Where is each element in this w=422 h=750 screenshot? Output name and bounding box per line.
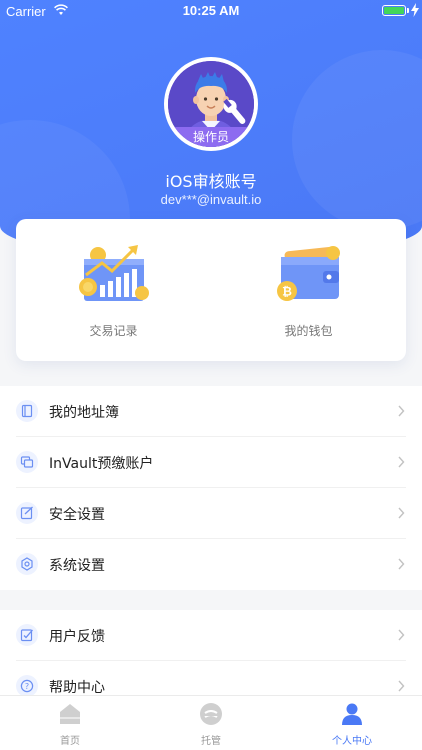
- account-email: dev***@invault.io: [160, 192, 262, 207]
- home-icon: [60, 704, 80, 724]
- chevron-right-icon: [398, 629, 405, 641]
- menu-item-label: 用户反馈: [49, 629, 105, 645]
- tab-label: 首页: [60, 736, 80, 747]
- security-edit-icon: [16, 502, 38, 524]
- menu-item-address-book[interactable]: 我的地址簿: [0, 386, 422, 437]
- status-bar: Carrier 10:25 AM: [0, 0, 422, 22]
- chevron-right-icon: [398, 558, 405, 570]
- transaction-chart-icon: [79, 245, 149, 301]
- wallet-label: 我的钱包: [284, 324, 333, 338]
- menu-item-label: 我的地址簿: [49, 405, 119, 421]
- tab-personal-center[interactable]: 个人中心: [282, 696, 422, 750]
- menu-item-label: InVault预缴账户: [49, 456, 154, 472]
- bottom-tab-bar: 首页 托管 个人中心: [0, 695, 422, 750]
- custody-icon: [200, 703, 222, 725]
- role-badge: 操作员: [168, 127, 254, 147]
- chevron-right-icon: [398, 405, 405, 417]
- menu-item-system-settings[interactable]: 系统设置: [0, 539, 422, 590]
- menu-item-label: 系统设置: [49, 558, 105, 574]
- wallet-button[interactable]: ₿ 我的钱包: [211, 219, 406, 361]
- account-cards-icon: [16, 451, 38, 473]
- feedback-icon: [16, 624, 38, 646]
- menu-item-label: 安全设置: [49, 507, 105, 523]
- tab-custody[interactable]: 托管: [141, 696, 281, 750]
- gear-icon: [16, 553, 38, 575]
- svg-text:₿: ₿: [282, 285, 292, 299]
- user-icon: [342, 703, 362, 725]
- tab-home[interactable]: 首页: [0, 696, 140, 750]
- battery-icon: [382, 5, 406, 16]
- wallet-icon: ₿: [277, 246, 340, 301]
- avatar[interactable]: 操作员: [164, 57, 258, 151]
- chevron-right-icon: [398, 456, 405, 468]
- clock: 10:25 AM: [182, 3, 240, 18]
- profile-screen: Carrier 10:25 AM 操作员 iOS审核账号 dev***@inva…: [0, 0, 422, 750]
- tab-label: 托管: [201, 736, 221, 747]
- transactions-button[interactable]: 交易记录: [16, 219, 211, 361]
- svg-text:?: ?: [25, 682, 29, 691]
- address-book-icon: [16, 400, 38, 422]
- menu-item-prepaid-account[interactable]: InVault预缴账户: [0, 437, 422, 488]
- chevron-right-icon: [398, 680, 405, 692]
- question-icon: ?: [16, 675, 38, 697]
- tab-label: 个人中心: [332, 736, 372, 747]
- settings-menu: 我的地址簿 InVault预缴账户 安全设置 系统设置: [0, 386, 422, 590]
- account-name: iOS审核账号: [165, 172, 257, 191]
- quick-actions-card: 交易记录 ₿ 我的钱包: [16, 219, 406, 361]
- chevron-right-icon: [398, 507, 405, 519]
- transactions-label: 交易记录: [89, 324, 138, 338]
- charging-icon: [411, 3, 419, 17]
- menu-item-security-settings[interactable]: 安全设置: [0, 488, 422, 539]
- menu-item-feedback[interactable]: 用户反馈: [0, 610, 422, 661]
- menu-item-label: 帮助中心: [49, 680, 105, 696]
